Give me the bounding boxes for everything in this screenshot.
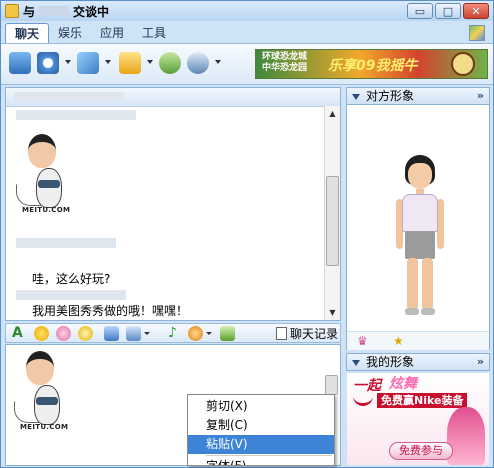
- outfit-icon[interactable]: ♛: [357, 334, 368, 348]
- magic-emoji-icon[interactable]: [56, 326, 71, 341]
- chat-history-button[interactable]: 聊天记录: [275, 325, 338, 341]
- history-doc-icon: [275, 326, 287, 340]
- title-suffix: 交谈中: [73, 4, 110, 19]
- scroll-thumb[interactable]: [326, 176, 339, 266]
- title-bar[interactable]: 与 交谈中 ▭ □ ✕: [1, 1, 493, 21]
- title-prefix: 与: [23, 4, 36, 19]
- add-friend-icon[interactable]: [159, 52, 181, 74]
- voice-call-icon[interactable]: [77, 52, 99, 74]
- peer-avatar-panel: [346, 105, 490, 350]
- tab-apps[interactable]: 应用: [91, 23, 133, 43]
- message-text: 我用美图秀秀做的哦！嘿嘿！: [32, 304, 189, 318]
- input-scrollbar[interactable]: [324, 375, 340, 395]
- show-icon[interactable]: [188, 326, 203, 341]
- webcam-icon[interactable]: [37, 52, 59, 74]
- send-file-icon[interactable]: [119, 52, 141, 74]
- meitu-avatar-sticker: MEITU.COM: [16, 134, 78, 220]
- message-text: 哇，这么好玩?: [32, 272, 111, 286]
- join-free-button[interactable]: 免费参与: [389, 442, 453, 460]
- input-toolbar: A ♪ 聊天记录: [5, 323, 341, 343]
- chevron-down-icon[interactable]: [206, 332, 212, 335]
- chat-history-panel: MEITU.COM 哇，这么好玩? 我用美图秀秀做的哦！嘿嘿！ ▲ ▼: [5, 87, 341, 321]
- message-list[interactable]: MEITU.COM 哇，这么好玩? 我用美图秀秀做的哦！嘿嘿！: [6, 106, 324, 320]
- tab-tools[interactable]: 工具: [133, 23, 175, 43]
- peer-avatar-figure[interactable]: [395, 155, 445, 325]
- main-tabs: 聊天 娱乐 应用 工具: [5, 23, 175, 44]
- avatar-watermark: MEITU.COM: [22, 206, 71, 214]
- redacted-header: [14, 92, 124, 102]
- font-icon[interactable]: A: [12, 326, 27, 341]
- close-button[interactable]: ✕: [463, 3, 489, 19]
- context-menu: 剪切(X) 复制(C) 粘贴(V) 字体(F): [187, 394, 335, 466]
- redacted-sender-line: [16, 110, 136, 120]
- tab-entertainment[interactable]: 娱乐: [49, 23, 91, 43]
- chevron-down-icon[interactable]: [105, 60, 111, 64]
- peer-avatar-title: 对方形象: [366, 89, 415, 103]
- redacted-contact-name: [39, 6, 70, 16]
- avatar-actions-bar: ♛ ★: [347, 331, 489, 350]
- menu-item-paste[interactable]: 粘贴(V): [188, 435, 334, 454]
- remote-assist-icon[interactable]: [187, 52, 209, 74]
- skin-change-icon[interactable]: [469, 25, 485, 41]
- my-avatar-title: 我的形象: [366, 355, 415, 369]
- music-icon[interactable]: ♪: [168, 326, 183, 341]
- meitu-avatar-sticker: MEITU.COM: [14, 351, 76, 437]
- peer-avatar-header[interactable]: 对方形象 »: [346, 87, 490, 105]
- menu-item-cut[interactable]: 剪切(X): [188, 397, 334, 416]
- ad-model-image: [447, 407, 485, 465]
- menu-divider: [206, 455, 332, 456]
- avatar-watermark: MEITU.COM: [20, 423, 69, 431]
- ad-title: 一起: [353, 378, 381, 394]
- scroll-thumb[interactable]: [325, 375, 338, 395]
- send-image-icon[interactable]: [104, 326, 119, 341]
- ad-banner[interactable]: 环球恐龙城 中华恐龙园 乐享09我摇牛: [255, 49, 488, 79]
- collapse-arrow-icon: [352, 359, 360, 366]
- collapse-arrow-icon: [352, 93, 360, 100]
- nike-ad[interactable]: 一起 炫舞 免费赢Nike装备 免费参与: [347, 373, 489, 465]
- video-call-icon[interactable]: [9, 52, 31, 74]
- redacted-sender-line: [16, 290, 126, 300]
- nudge-icon[interactable]: [78, 326, 93, 341]
- emoji-icon[interactable]: [34, 326, 49, 341]
- scroll-down-icon[interactable]: ▼: [325, 305, 340, 320]
- chevron-down-icon[interactable]: [144, 332, 150, 335]
- scroll-up-icon[interactable]: ▲: [325, 106, 340, 121]
- chat-scrollbar[interactable]: ▲ ▼: [324, 106, 340, 320]
- chat-history-label: 聊天记录: [289, 326, 338, 341]
- nike-swoosh-icon: [353, 395, 373, 406]
- screenshot-icon[interactable]: [126, 326, 141, 341]
- my-avatar-header[interactable]: 我的形象 »: [346, 353, 490, 371]
- menu-item-copy[interactable]: 复制(C): [188, 416, 334, 435]
- collapse-panel-icon[interactable]: »: [477, 88, 484, 104]
- chat-window: 与 交谈中 ▭ □ ✕ 聊天 娱乐 应用 工具 环球恐龙城 中华恐龙园 乐享09…: [0, 0, 494, 468]
- main-toolbar: 环球恐龙城 中华恐龙园 乐享09我摇牛: [1, 43, 493, 85]
- chevron-down-icon[interactable]: [147, 60, 153, 64]
- minimize-button[interactable]: ▭: [407, 3, 433, 19]
- ad-subtitle: 免费赢Nike装备: [377, 393, 468, 408]
- menu-item-font[interactable]: 字体(F): [188, 457, 334, 465]
- window-title: 与 交谈中: [23, 3, 109, 20]
- chat-header: [6, 88, 340, 107]
- collapse-panel-icon[interactable]: »: [477, 354, 484, 370]
- wheel-icon: [451, 52, 475, 76]
- maximize-button[interactable]: □: [435, 3, 461, 19]
- qq-app-icon: [5, 4, 19, 18]
- star-icon[interactable]: ★: [393, 334, 404, 348]
- redacted-sender-line: [16, 238, 116, 248]
- banner-subtitle: 环球恐龙城 中华恐龙园: [262, 52, 308, 73]
- gift-icon[interactable]: [220, 326, 235, 341]
- tab-chat[interactable]: 聊天: [5, 23, 50, 44]
- banner-headline: 乐享09我摇牛: [328, 58, 418, 74]
- chevron-down-icon[interactable]: [65, 60, 71, 64]
- chevron-down-icon[interactable]: [215, 60, 221, 64]
- ad-brand: 炫舞: [389, 376, 417, 392]
